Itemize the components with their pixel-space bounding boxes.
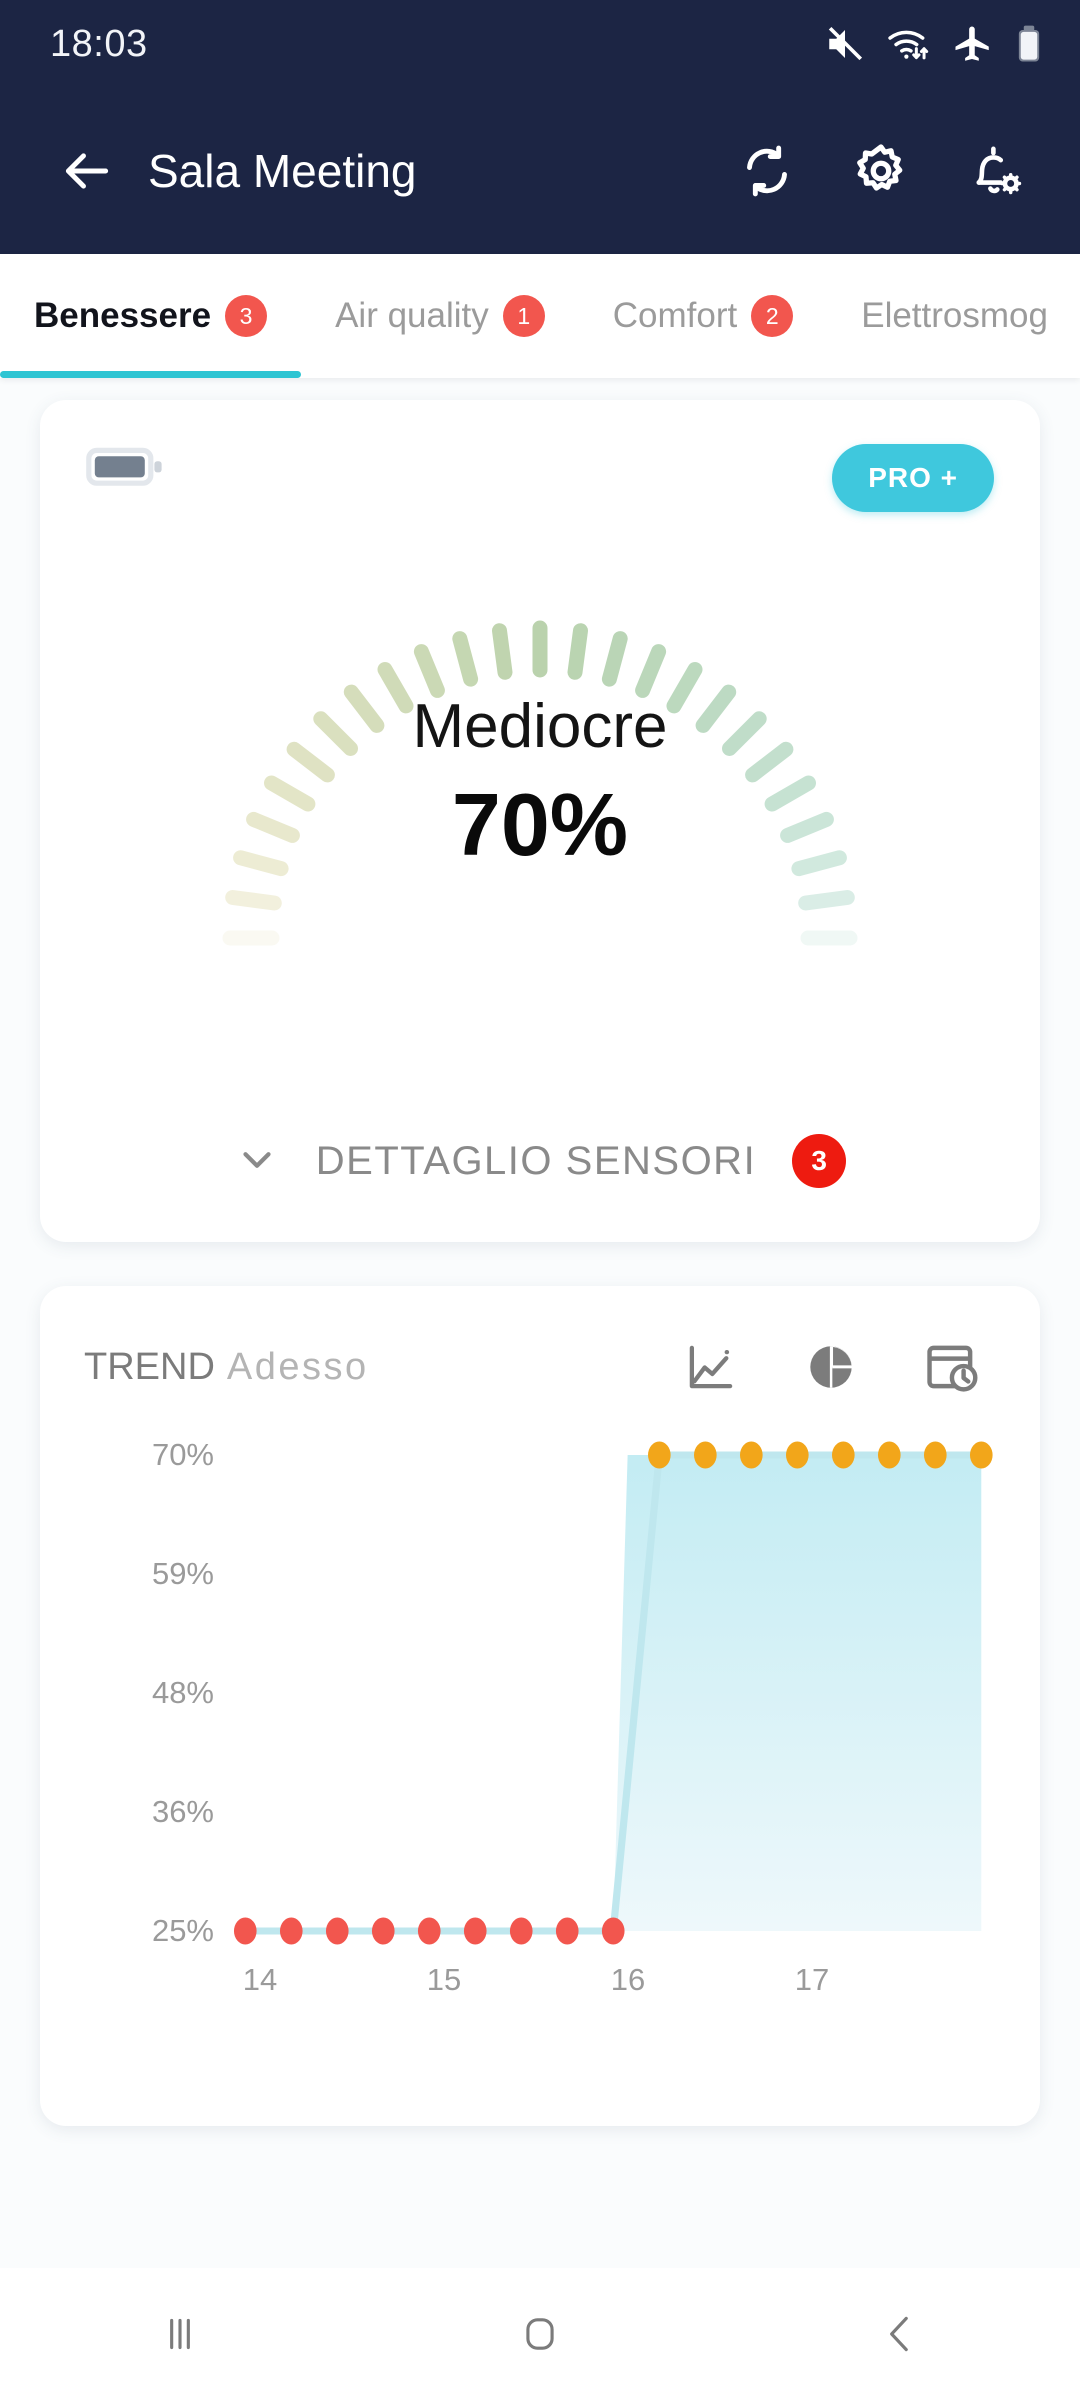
chart-data-point[interactable] [555, 1917, 579, 1945]
tab-bar: Benessere 3 Air quality 1 Comfort 2 Elet… [0, 254, 1080, 378]
battery-horizontal-icon [86, 444, 166, 495]
tab-badge: 2 [751, 295, 794, 337]
tab-label: Air quality [335, 296, 489, 335]
chart-data-point[interactable] [463, 1917, 487, 1945]
chart-x-tick: 15 [426, 1962, 462, 1997]
chart-x-tick: 16 [610, 1962, 646, 1997]
wifi-icon [886, 23, 932, 65]
chart-y-tick: 70% [151, 1437, 214, 1472]
recents-icon[interactable] [120, 2274, 240, 2394]
trend-title-main: TREND [84, 1345, 215, 1388]
trend-view-switcher [682, 1338, 996, 1396]
status-time: 18:03 [50, 22, 148, 65]
notification-settings-icon[interactable] [962, 138, 1028, 204]
page-title: Sala Meeting [148, 145, 417, 197]
chart-data-point[interactable] [509, 1917, 533, 1945]
mute-icon [824, 23, 866, 65]
wellness-gauge-card: PRO + Mediocre 70% DETTAGLIO SENSORI 3 [40, 400, 1040, 1242]
tab-benessere[interactable]: Benessere 3 [0, 254, 302, 378]
home-icon[interactable] [480, 2274, 600, 2394]
history-calendar-icon[interactable] [922, 1338, 980, 1396]
chart-data-point[interactable] [648, 1441, 671, 1469]
chart-data-point[interactable] [969, 1441, 993, 1469]
chart-data-point[interactable] [233, 1917, 257, 1945]
pie-chart-icon[interactable] [802, 1338, 860, 1396]
back-arrow-icon[interactable] [48, 132, 126, 210]
chart-data-point[interactable] [279, 1917, 303, 1945]
gauge-readout: Mediocre 70% [100, 694, 980, 869]
sensor-detail-badge: 3 [792, 1134, 847, 1188]
tab-badge: 1 [502, 295, 545, 337]
gauge-quality-label: Mediocre [412, 692, 668, 761]
trend-header: TREND Adesso [84, 1338, 996, 1396]
chart-x-axis: 14 15 16 17 [214, 1962, 996, 2022]
battery-icon [1014, 23, 1044, 65]
trend-title: TREND Adesso [84, 1346, 369, 1389]
trend-chart: 70% 59% 48% 36% 25% 14 15 16 17 [84, 1437, 996, 2038]
sensor-detail-label: DETTAGLIO SENSORI [315, 1138, 757, 1183]
line-chart-icon[interactable] [682, 1338, 740, 1396]
chart-y-axis: 70% 59% 48% 36% 25% [84, 1437, 214, 1948]
system-nav-bar [0, 2268, 1080, 2400]
tab-badge: 3 [225, 295, 268, 337]
chart-data-point[interactable] [694, 1441, 717, 1469]
chart-data-point[interactable] [923, 1441, 947, 1469]
status-bar: 18:03 [0, 0, 1080, 88]
chart-plot-area [214, 1438, 996, 1948]
chart-y-tick: 59% [151, 1556, 214, 1591]
chart-x-tick: 14 [242, 1962, 278, 1997]
chart-data-point[interactable] [371, 1917, 395, 1945]
chevron-down-icon [234, 1136, 280, 1187]
tab-label: Benessere [34, 296, 212, 335]
chart-data-point[interactable] [877, 1441, 901, 1469]
chart-y-tick: 36% [151, 1794, 214, 1829]
airplane-mode-icon [952, 23, 994, 65]
app-bar: Sala Meeting [0, 88, 1080, 254]
chart-data-point[interactable] [417, 1917, 441, 1945]
tab-elettrosmog[interactable]: Elettrosmog [827, 254, 1080, 378]
chart-data-point[interactable] [601, 1917, 625, 1945]
tab-air-quality[interactable]: Air quality 1 [301, 254, 579, 378]
chart-data-point[interactable] [785, 1441, 809, 1469]
chart-x-tick: 17 [794, 1962, 830, 1997]
back-icon[interactable] [840, 2274, 960, 2394]
trend-title-sub: Adesso [226, 1345, 369, 1388]
wellness-gauge: Mediocre 70% [100, 498, 980, 1018]
tab-label: Elettrosmog [861, 296, 1048, 335]
trend-card: TREND Adesso 70% 59% 48% 36% 25% 14 15 1… [40, 1286, 1040, 2126]
chart-data-point[interactable] [325, 1917, 349, 1945]
chart-data-point[interactable] [831, 1441, 855, 1469]
gear-icon[interactable] [848, 138, 914, 204]
tab-comfort[interactable]: Comfort 2 [579, 254, 827, 378]
app-bar-actions [734, 138, 1044, 204]
tab-label: Comfort [612, 296, 738, 335]
chart-data-point[interactable] [739, 1441, 763, 1469]
content-area: PRO + Mediocre 70% DETTAGLIO SENSORI 3 T… [0, 378, 1080, 2268]
chart-y-tick: 25% [151, 1913, 214, 1948]
sync-icon[interactable] [734, 138, 800, 204]
gauge-quality-value: 70% [451, 775, 629, 875]
chart-y-tick: 48% [151, 1675, 214, 1710]
chart-svg [233, 1441, 993, 1945]
sensor-detail-toggle[interactable]: DETTAGLIO SENSORI 3 [40, 1134, 1040, 1188]
status-icons [824, 23, 1044, 65]
